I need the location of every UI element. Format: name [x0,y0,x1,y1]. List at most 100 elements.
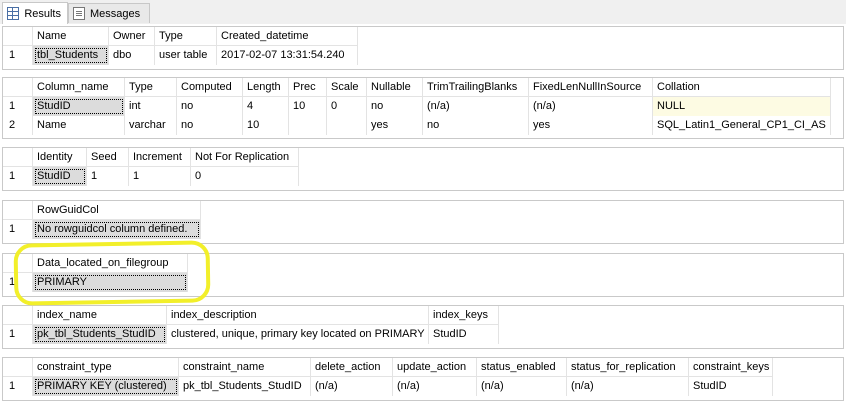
grid-cell[interactable]: clustered, unique, primary key located o… [167,325,429,344]
grid-cell[interactable]: tbl_Students [33,46,109,65]
result-grid-columns[interactable]: Column_name Type Computed Length Prec Sc… [2,77,844,139]
row-number: 1 [3,167,33,186]
table-row[interactable]: 1 PRIMARY KEY (clustered) pk_tbl_Student… [3,377,773,396]
grid-header: Column_name Type Computed Length Prec Sc… [3,78,831,97]
grid-cell[interactable]: (n/a) [477,377,567,396]
header-corner [3,78,33,97]
grid-cell[interactable]: yes [367,116,423,135]
column-header[interactable]: Owner [109,27,155,46]
grid-cell[interactable]: yes [529,116,653,135]
grid-cell[interactable]: pk_tbl_Students_StudID [179,377,311,396]
column-header[interactable]: index_description [167,306,429,325]
result-grid-constraints[interactable]: constraint_type constraint_name delete_a… [2,357,844,401]
column-header[interactable]: Type [155,27,217,46]
table-row[interactable]: 1 StudID 1 1 0 [3,167,299,186]
table-row[interactable]: 1 No rowguidcol column defined. [3,220,201,239]
column-header[interactable]: Collation [653,78,831,97]
column-header[interactable]: Nullable [367,78,423,97]
grid-cell[interactable]: user table [155,46,217,65]
grid-cell[interactable]: pk_tbl_Students_StudID [33,325,167,344]
grid-cell[interactable]: 10 [243,116,289,135]
column-header[interactable]: Seed [87,148,129,167]
grid-cell[interactable]: 1 [129,167,191,186]
table-row[interactable]: 2 Name varchar no 10 yes no yes SQL_Lati… [3,116,831,135]
grid-cell[interactable]: dbo [109,46,155,65]
table-row[interactable]: 1 pk_tbl_Students_StudID clustered, uniq… [3,325,499,344]
grid-cell[interactable]: (n/a) [529,97,653,116]
results-content: Name Owner Type Created_datetime 1 tbl_S… [0,24,846,411]
grid-cell[interactable] [289,116,327,135]
row-number: 1 [3,220,33,239]
row-number: 1 [3,273,33,292]
column-header[interactable]: update_action [393,358,477,377]
column-header[interactable]: Prec [289,78,327,97]
column-header[interactable]: delete_action [311,358,393,377]
column-header[interactable]: constraint_keys [689,358,773,377]
grid-cell[interactable]: StudID [429,325,499,344]
grid-cell[interactable]: no [423,116,529,135]
grid-cell[interactable]: StudID [689,377,773,396]
grid-cell[interactable]: int [125,97,177,116]
result-grid-filegroup[interactable]: Data_located_on_filegroup 1 PRIMARY [2,253,844,297]
grid-header: RowGuidCol [3,201,201,220]
grid-cell[interactable]: 0 [327,97,367,116]
column-header[interactable]: index_keys [429,306,499,325]
grid-cell[interactable]: (n/a) [423,97,529,116]
grid-cell[interactable]: 4 [243,97,289,116]
column-header[interactable]: Column_name [33,78,125,97]
grid-cell[interactable]: No rowguidcol column defined. [33,220,201,239]
result-grid-table-info[interactable]: Name Owner Type Created_datetime 1 tbl_S… [2,26,844,70]
grid-cell[interactable]: 10 [289,97,327,116]
column-header[interactable]: Not For Replication [191,148,299,167]
grid-cell[interactable]: 1 [87,167,129,186]
column-header[interactable]: Type [125,78,177,97]
result-grid-identity[interactable]: Identity Seed Increment Not For Replicat… [2,147,844,191]
column-header[interactable]: constraint_type [33,358,179,377]
grid-cell[interactable]: 2017-02-07 13:31:54.240 [217,46,358,65]
column-header[interactable]: TrimTrailingBlanks [423,78,529,97]
row-number: 1 [3,97,33,116]
column-header[interactable]: FixedLenNullInSource [529,78,653,97]
column-header[interactable]: Identity [33,148,87,167]
grid-cell[interactable]: 0 [191,167,299,186]
grid-cell[interactable]: no [367,97,423,116]
tab-messages[interactable]: Messages [68,3,150,23]
grid-cell[interactable]: SQL_Latin1_General_CP1_CI_AS [653,116,831,135]
grid-cell[interactable] [327,116,367,135]
grid-cell[interactable]: NULL [653,97,831,116]
table-row[interactable]: 1 tbl_Students dbo user table 2017-02-07… [3,46,358,65]
grid-cell[interactable]: PRIMARY KEY (clustered) [33,377,179,396]
header-corner [3,148,33,167]
grid-cell[interactable]: StudID [33,97,125,116]
grid-cell[interactable]: (n/a) [567,377,689,396]
grid-cell[interactable]: PRIMARY [33,273,188,292]
column-header[interactable]: status_for_replication [567,358,689,377]
results-tab-bar: Results Messages [0,0,846,24]
tab-results[interactable]: Results [2,2,68,24]
column-header[interactable]: Name [33,27,109,46]
column-header[interactable]: Scale [327,78,367,97]
column-header[interactable]: Increment [129,148,191,167]
grid-cell[interactable]: (n/a) [393,377,477,396]
header-corner [3,358,33,377]
grid-cell[interactable]: StudID [33,167,87,186]
table-row[interactable]: 1 PRIMARY [3,273,188,292]
table-row[interactable]: 1 StudID int no 4 10 0 no (n/a) (n/a) NU… [3,97,831,116]
column-header[interactable]: status_enabled [477,358,567,377]
column-header[interactable]: Created_datetime [217,27,358,46]
messages-icon [73,7,85,20]
grid-header: constraint_type constraint_name delete_a… [3,358,773,377]
grid-cell[interactable]: Name [33,116,125,135]
column-header[interactable]: index_name [33,306,167,325]
grid-cell[interactable]: varchar [125,116,177,135]
grid-cell[interactable]: (n/a) [311,377,393,396]
column-header[interactable]: constraint_name [179,358,311,377]
result-grid-rowguidcol[interactable]: RowGuidCol 1 No rowguidcol column define… [2,200,844,244]
column-header[interactable]: Data_located_on_filegroup [33,254,188,273]
grid-cell[interactable]: no [177,97,243,116]
result-grid-index[interactable]: index_name index_description index_keys … [2,305,844,349]
column-header[interactable]: RowGuidCol [33,201,201,220]
column-header[interactable]: Length [243,78,289,97]
column-header[interactable]: Computed [177,78,243,97]
grid-cell[interactable]: no [177,116,243,135]
